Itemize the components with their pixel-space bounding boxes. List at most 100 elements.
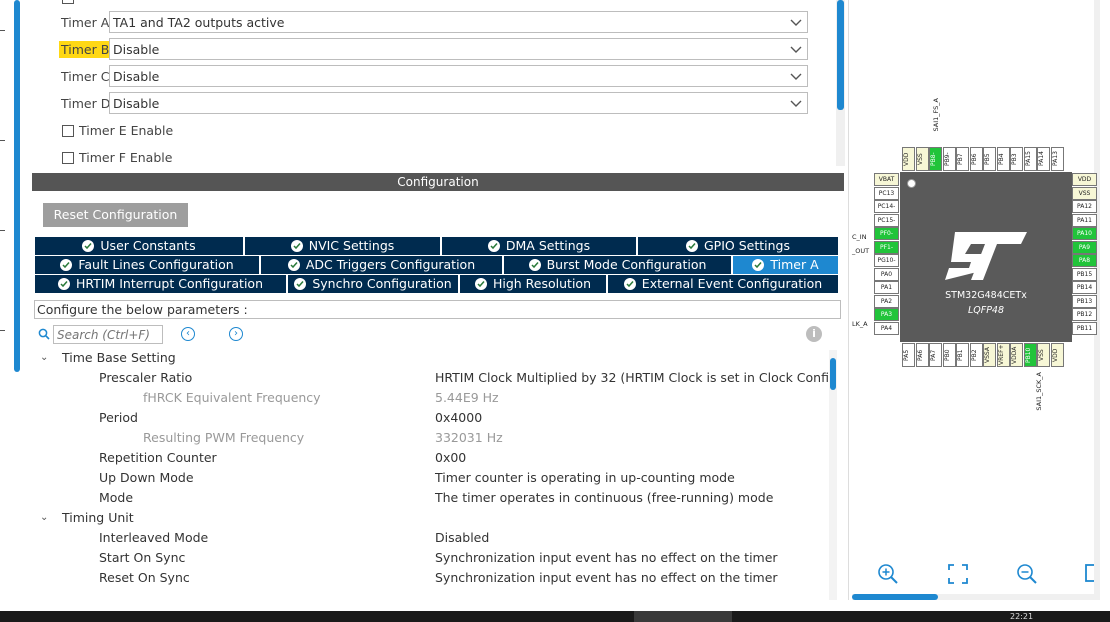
fit-screen-icon[interactable]	[947, 563, 969, 585]
tab-fault-lines[interactable]: Fault Lines Configuration	[35, 256, 261, 274]
param-value: Synchronization input event has no effec…	[435, 550, 778, 565]
reset-configuration-button[interactable]: Reset Configuration	[43, 203, 188, 227]
pin-top[interactable]: PB9-	[942, 147, 956, 171]
pin-bottom[interactable]: VDDA	[1010, 343, 1023, 367]
param-row[interactable]: Repetition Counter 0x00	[34, 450, 834, 470]
pin-top[interactable]: PB3	[1010, 147, 1023, 171]
pin-right[interactable]: VSS	[1072, 186, 1097, 200]
next-icon[interactable]: ›	[229, 327, 243, 341]
checkbox-partial[interactable]	[62, 0, 74, 4]
pin-top[interactable]: PB4	[996, 147, 1010, 171]
pin-bottom[interactable]: PB0	[942, 343, 956, 367]
tab-high-resolution[interactable]: High Resolution	[460, 275, 608, 293]
param-row[interactable]: Period 0x4000	[34, 410, 834, 430]
timer-e-checkbox-row[interactable]: Timer E Enable	[62, 123, 173, 138]
pin-right[interactable]: PA12	[1072, 200, 1097, 213]
pin-top[interactable]: PA14	[1037, 147, 1050, 171]
pin-left[interactable]: PA1	[874, 281, 899, 294]
pin-left[interactable]: PC15-	[874, 213, 899, 227]
param-row[interactable]: Start On Sync Synchronization input event…	[34, 550, 834, 570]
zoom-out-icon[interactable]	[1016, 563, 1038, 585]
pin-left[interactable]: PA0	[874, 267, 899, 281]
tab-row-1: User Constants NVIC Settings DMA Setting…	[35, 237, 838, 255]
tab-hrtim-interrupt[interactable]: HRTIM Interrupt Configuration	[35, 275, 288, 293]
timer-e-checkbox[interactable]	[62, 124, 74, 137]
param-row[interactable]: Prescaler Ratio HRTIM Clock Multiplied by…	[34, 370, 834, 390]
check-circle-icon	[623, 278, 636, 290]
tab-nvic-settings[interactable]: NVIC Settings	[245, 237, 442, 255]
param-row[interactable]: Reset On Sync Synchronization input event…	[34, 570, 834, 590]
pin-left[interactable]: PF0-	[874, 227, 899, 240]
timer-f-checkbox-row[interactable]: Timer F Enable	[62, 150, 172, 165]
search-input[interactable]	[53, 325, 163, 344]
pin-top[interactable]: PB8-	[929, 147, 942, 171]
pin-right[interactable]: PB11	[1072, 321, 1097, 335]
configuration-header: Configuration	[32, 173, 844, 191]
pin-left[interactable]: PG10-	[874, 254, 899, 267]
top-scroll-thumb[interactable]	[837, 0, 844, 110]
pin-bottom[interactable]: PB1	[956, 343, 969, 367]
pin-right[interactable]: PB14	[1072, 281, 1097, 294]
param-row[interactable]: Up Down Mode Timer counter is operating i…	[34, 470, 834, 490]
pin-top[interactable]: VSS	[915, 147, 929, 171]
timer-d-select[interactable]: Disable	[109, 92, 808, 114]
section-time-base[interactable]: ⌄ Time Base Setting	[40, 350, 176, 365]
pin-bottom[interactable]: VSS	[1037, 343, 1050, 367]
pin-bottom[interactable]: PA6	[915, 343, 929, 367]
param-row[interactable]: Mode The timer operates in continuous (fr…	[34, 490, 834, 510]
pin-right[interactable]: PB12	[1072, 308, 1097, 321]
pin-bottom[interactable]: VREF+	[996, 343, 1010, 367]
pin-top[interactable]: PA13	[1050, 147, 1064, 171]
chevron-down-icon[interactable]: ⌄	[40, 352, 52, 363]
timer-b-select[interactable]: Disable	[109, 38, 808, 60]
tab-burst-mode[interactable]: Burst Mode Configuration	[504, 256, 733, 274]
previous-icon[interactable]: ‹	[181, 327, 195, 341]
param-scroll-thumb[interactable]	[830, 358, 836, 390]
taskbar-app[interactable]	[634, 611, 732, 622]
zoom-in-icon[interactable]	[877, 563, 899, 585]
pin-left[interactable]: PA2	[874, 294, 899, 308]
section-timing-unit[interactable]: ⌄ Timing Unit	[40, 510, 134, 525]
pin-bottom[interactable]: PB10	[1023, 343, 1037, 367]
pin-bottom[interactable]: PA7	[929, 343, 942, 367]
left-scrollbar[interactable]	[14, 0, 20, 372]
tab-user-constants[interactable]: User Constants	[35, 237, 245, 255]
pin-right[interactable]: PA11	[1072, 213, 1097, 227]
pin-bottom[interactable]: VSSA	[983, 343, 996, 367]
pin-left[interactable]: PF1-	[874, 240, 899, 254]
pin-top[interactable]: PB6	[969, 147, 983, 171]
timer-f-checkbox[interactable]	[62, 151, 74, 164]
pin-right[interactable]: PB15	[1072, 267, 1097, 281]
tab-external-event[interactable]: External Event Configuration	[608, 275, 838, 293]
info-icon[interactable]: i	[806, 326, 822, 342]
pin-right[interactable]: PB13	[1072, 294, 1097, 308]
pin-left[interactable]: PA3	[874, 308, 899, 321]
pin-bottom[interactable]: PA5	[902, 343, 915, 367]
pin-left[interactable]: PC13	[874, 186, 899, 200]
timer-a-select[interactable]: TA1 and TA2 outputs active	[109, 11, 808, 33]
pin-left[interactable]: PC14-	[874, 200, 899, 213]
tab-label: Fault Lines Configuration	[78, 257, 234, 272]
pin-left[interactable]: PA4	[874, 321, 899, 335]
pin-right[interactable]: PA9	[1072, 240, 1097, 254]
pinout-hscroll-thumb[interactable]	[852, 594, 938, 600]
pin-bottom[interactable]: PB2	[969, 343, 983, 367]
pin-left[interactable]: VBAT	[874, 173, 899, 186]
tab-timer-a[interactable]: Timer A	[733, 256, 838, 274]
tab-dma-settings[interactable]: DMA Settings	[442, 237, 638, 255]
tab-synchro[interactable]: Synchro Configuration	[288, 275, 460, 293]
chevron-down-icon[interactable]: ⌄	[40, 512, 52, 523]
pin-right[interactable]: PA8	[1072, 254, 1097, 267]
pin-right[interactable]: VDD	[1072, 173, 1097, 186]
pin-top[interactable]: PB7	[956, 147, 969, 171]
pin-top[interactable]: PA15	[1023, 147, 1037, 171]
tab-gpio-settings[interactable]: GPIO Settings	[638, 237, 838, 255]
tab-adc-triggers[interactable]: ADC Triggers Configuration	[261, 256, 504, 274]
pin-bottom[interactable]: VDD	[1050, 343, 1064, 367]
param-row[interactable]: Interleaved Mode Disabled	[34, 530, 834, 550]
export-icon[interactable]	[1084, 563, 1094, 585]
pin-right[interactable]: PA10	[1072, 227, 1097, 240]
timer-c-select[interactable]: Disable	[109, 65, 808, 87]
pin-top[interactable]: PB5	[983, 147, 996, 171]
pin-top[interactable]: VDD	[902, 147, 915, 171]
